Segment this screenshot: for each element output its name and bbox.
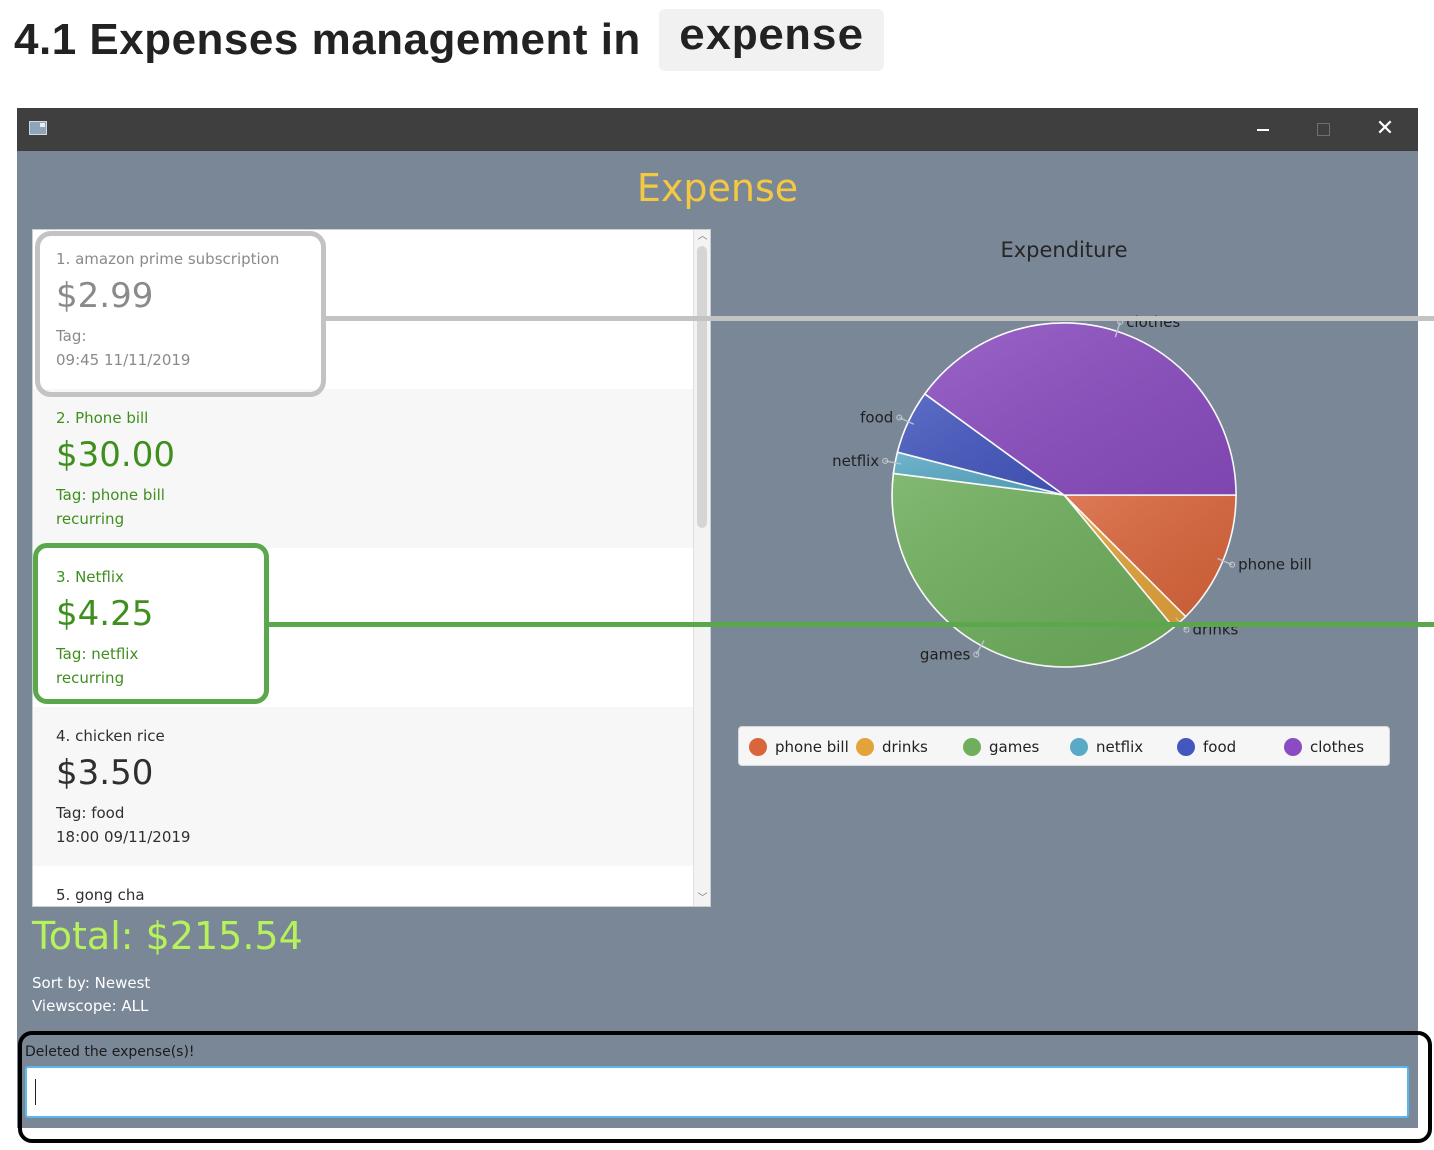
expense-card-2[interactable]: 2. Phone bill $30.00 Tag: phone bill rec…: [33, 389, 693, 548]
expense-name: 5. gong cha: [56, 886, 145, 904]
legend-swatch-icon: [1177, 738, 1195, 756]
window-app-icon: [29, 121, 47, 135]
list-scrollbar[interactable]: ︿ ﹀: [693, 230, 710, 906]
annotation-green-line: [269, 622, 1434, 627]
pie-label-phone-bill: phone bill: [1238, 556, 1312, 574]
scroll-up-icon[interactable]: ︿: [694, 230, 710, 244]
sort-status: Sort by: Newest: [32, 974, 151, 992]
expense-amount: $30.00: [56, 435, 175, 475]
legend-item-netflix: netflix: [1070, 737, 1143, 757]
legend-item-food: food: [1177, 737, 1236, 757]
legend-item-drinks: drinks: [856, 737, 928, 757]
doc-heading-text: 4.1 Expenses management in: [14, 15, 641, 64]
scroll-down-icon[interactable]: ﹀: [694, 892, 710, 906]
legend-label: netflix: [1096, 738, 1144, 756]
chart-legend: phone bill drinks games netflix food clothes: [738, 726, 1390, 766]
legend-label: food: [1203, 738, 1237, 756]
legend-swatch-icon: [749, 738, 767, 756]
pie-slices: [891, 322, 1237, 668]
doc-heading-code: expense: [658, 9, 884, 71]
annotation-gray-box: [35, 231, 326, 397]
pie-chart: phone billdrinksgamesnetflixfoodclothes: [832, 313, 1312, 668]
expense-card-5[interactable]: 5. gong cha: [33, 866, 693, 906]
maximize-icon[interactable]: [1305, 114, 1341, 144]
doc-heading: 4.1 Expenses management in expense: [14, 8, 884, 72]
expense-amount: $3.50: [56, 753, 154, 793]
legend-label: clothes: [1310, 738, 1365, 756]
legend-item-clothes: clothes: [1284, 737, 1364, 757]
annotation-gray-line: [326, 316, 1434, 321]
legend-swatch-icon: [856, 738, 874, 756]
annotation-green-box: [33, 543, 269, 704]
expense-name: 2. Phone bill: [56, 409, 149, 427]
scroll-thumb[interactable]: [697, 246, 707, 528]
legend-swatch-icon: [1284, 738, 1302, 756]
chart-title: Expenditure: [1000, 238, 1128, 262]
expense-date: 18:00 09/11/2019: [56, 828, 191, 846]
legend-label: drinks: [882, 738, 928, 756]
expense-total: Total: $215.54: [32, 914, 303, 958]
minimize-icon[interactable]: [1245, 114, 1281, 144]
expense-name: 4. chicken rice: [56, 727, 165, 745]
expense-tag: Tag: food: [56, 804, 125, 822]
pie-label-food: food: [860, 409, 893, 427]
expense-recurring: recurring: [56, 510, 125, 528]
pie-label-games: games: [920, 646, 971, 664]
legend-label: phone bill: [775, 738, 849, 756]
expense-tag: Tag: phone bill: [56, 486, 165, 504]
app-title: Expense: [636, 166, 799, 210]
legend-swatch-icon: [963, 738, 981, 756]
legend-item-games: games: [963, 737, 1039, 757]
title-bar[interactable]: ✕: [17, 108, 1418, 151]
close-icon[interactable]: ✕: [1367, 114, 1403, 144]
annotation-command-box: [18, 1031, 1432, 1143]
legend-swatch-icon: [1070, 738, 1088, 756]
legend-label: games: [989, 738, 1040, 756]
viewscope-status: Viewscope: ALL: [32, 997, 149, 1015]
pie-label-netflix: netflix: [832, 452, 879, 470]
legend-item-phone-bill: phone bill: [749, 737, 849, 757]
expense-card-4[interactable]: 4. chicken rice $3.50 Tag: food 18:00 09…: [33, 707, 693, 866]
pie-leader-dot: [896, 414, 903, 421]
